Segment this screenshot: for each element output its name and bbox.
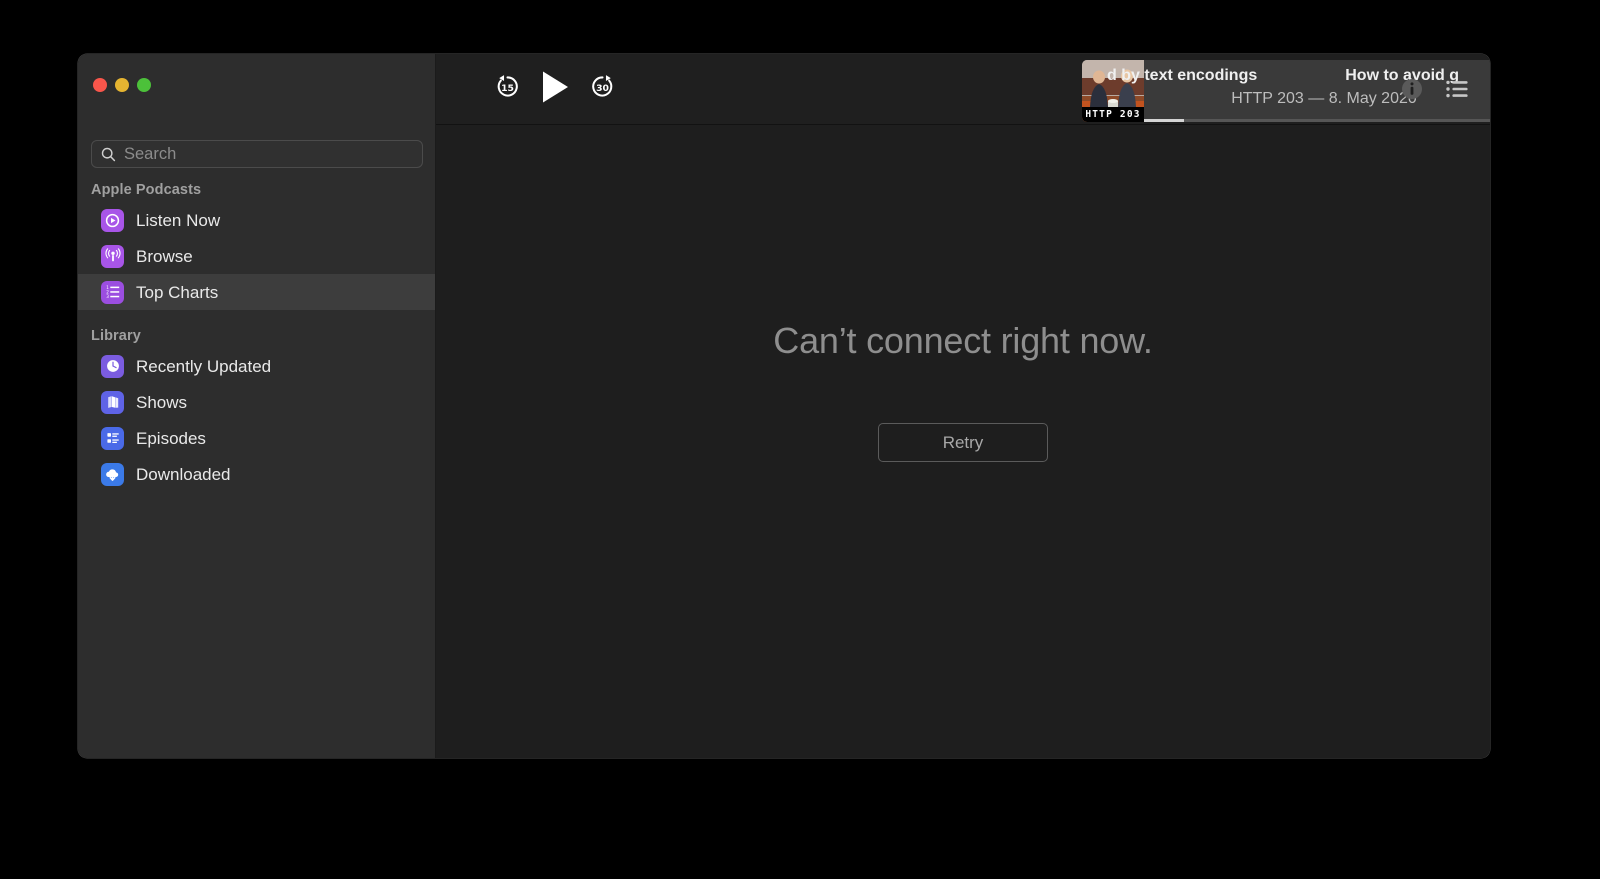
sidebar-item-label: Episodes bbox=[136, 428, 206, 448]
playback-progress-bar[interactable] bbox=[1144, 119, 1490, 122]
transport-controls: 15 30 bbox=[494, 70, 616, 109]
search-box bbox=[91, 140, 423, 168]
svg-text:3: 3 bbox=[106, 294, 109, 299]
sidebar-item-listen-now[interactable]: Listen Now bbox=[78, 202, 435, 238]
artwork-label: HTTP 203 bbox=[1082, 107, 1144, 122]
marquee-gap bbox=[1257, 65, 1345, 87]
sidebar-item-label: Recently Updated bbox=[136, 356, 272, 376]
zoom-button[interactable] bbox=[137, 78, 151, 92]
sidebar-item-label: Shows bbox=[136, 392, 188, 412]
sidebar-section-library: Library Recently Updated Shows Episodes … bbox=[78, 328, 435, 492]
episodes-icon bbox=[101, 426, 124, 450]
search-field[interactable] bbox=[91, 140, 423, 168]
episode-title-tail: d by text encodings bbox=[1107, 67, 1258, 84]
playback-progress-fill bbox=[1144, 119, 1184, 122]
podcasts-window: Apple Podcasts Listen Now bbox=[78, 54, 1490, 758]
sidebar-item-label: Browse bbox=[136, 246, 193, 266]
sidebar: Apple Podcasts Listen Now bbox=[78, 54, 436, 758]
sidebar-item-shows[interactable]: Shows bbox=[78, 384, 435, 420]
top-charts-icon: 1 2 3 bbox=[101, 280, 124, 304]
play-button[interactable] bbox=[540, 70, 570, 109]
svg-text:15: 15 bbox=[501, 83, 514, 94]
sidebar-item-recently-updated[interactable]: Recently Updated bbox=[78, 348, 435, 384]
window-traffic-lights bbox=[93, 78, 151, 92]
info-icon[interactable] bbox=[1401, 78, 1423, 100]
sidebar-section-apple-podcasts: Apple Podcasts Listen Now Browse 1 2 3 T… bbox=[78, 182, 435, 310]
clock-icon bbox=[101, 354, 124, 378]
sidebar-item-downloaded[interactable]: Downloaded bbox=[78, 456, 435, 492]
main-pane: 15 30 HTTP 203 d by text encodings How t… bbox=[436, 54, 1490, 758]
listen-now-icon bbox=[101, 208, 124, 232]
sidebar-item-label: Listen Now bbox=[136, 210, 221, 230]
sidebar-section-title: Apple Podcasts bbox=[91, 182, 202, 198]
close-button[interactable] bbox=[93, 78, 107, 92]
error-title: Can’t connect right now. bbox=[773, 320, 1153, 361]
sidebar-section-title: Library bbox=[91, 328, 141, 344]
skip-forward-30-button[interactable]: 30 bbox=[589, 73, 616, 105]
search-icon bbox=[101, 147, 116, 162]
sidebar-item-label: Top Charts bbox=[136, 282, 219, 302]
browse-icon bbox=[101, 244, 124, 268]
toolbar-right-controls bbox=[1401, 78, 1468, 100]
content-area: Can’t connect right now. Retry bbox=[436, 125, 1490, 758]
up-next-list-icon[interactable] bbox=[1446, 80, 1468, 98]
sidebar-item-top-charts[interactable]: 1 2 3 Top Charts bbox=[78, 274, 435, 310]
cloud-download-icon bbox=[101, 462, 124, 486]
player-toolbar: 15 30 HTTP 203 d by text encodings How t… bbox=[436, 54, 1490, 125]
svg-text:30: 30 bbox=[596, 83, 609, 94]
sidebar-item-browse[interactable]: Browse bbox=[78, 238, 435, 274]
skip-back-15-button[interactable]: 15 bbox=[494, 73, 521, 105]
search-input[interactable] bbox=[124, 144, 394, 164]
retry-button[interactable]: Retry bbox=[878, 423, 1048, 462]
sidebar-item-episodes[interactable]: Episodes bbox=[78, 420, 435, 456]
sidebar-item-label: Downloaded bbox=[136, 464, 231, 484]
minimize-button[interactable] bbox=[115, 78, 129, 92]
shows-icon bbox=[101, 390, 124, 414]
